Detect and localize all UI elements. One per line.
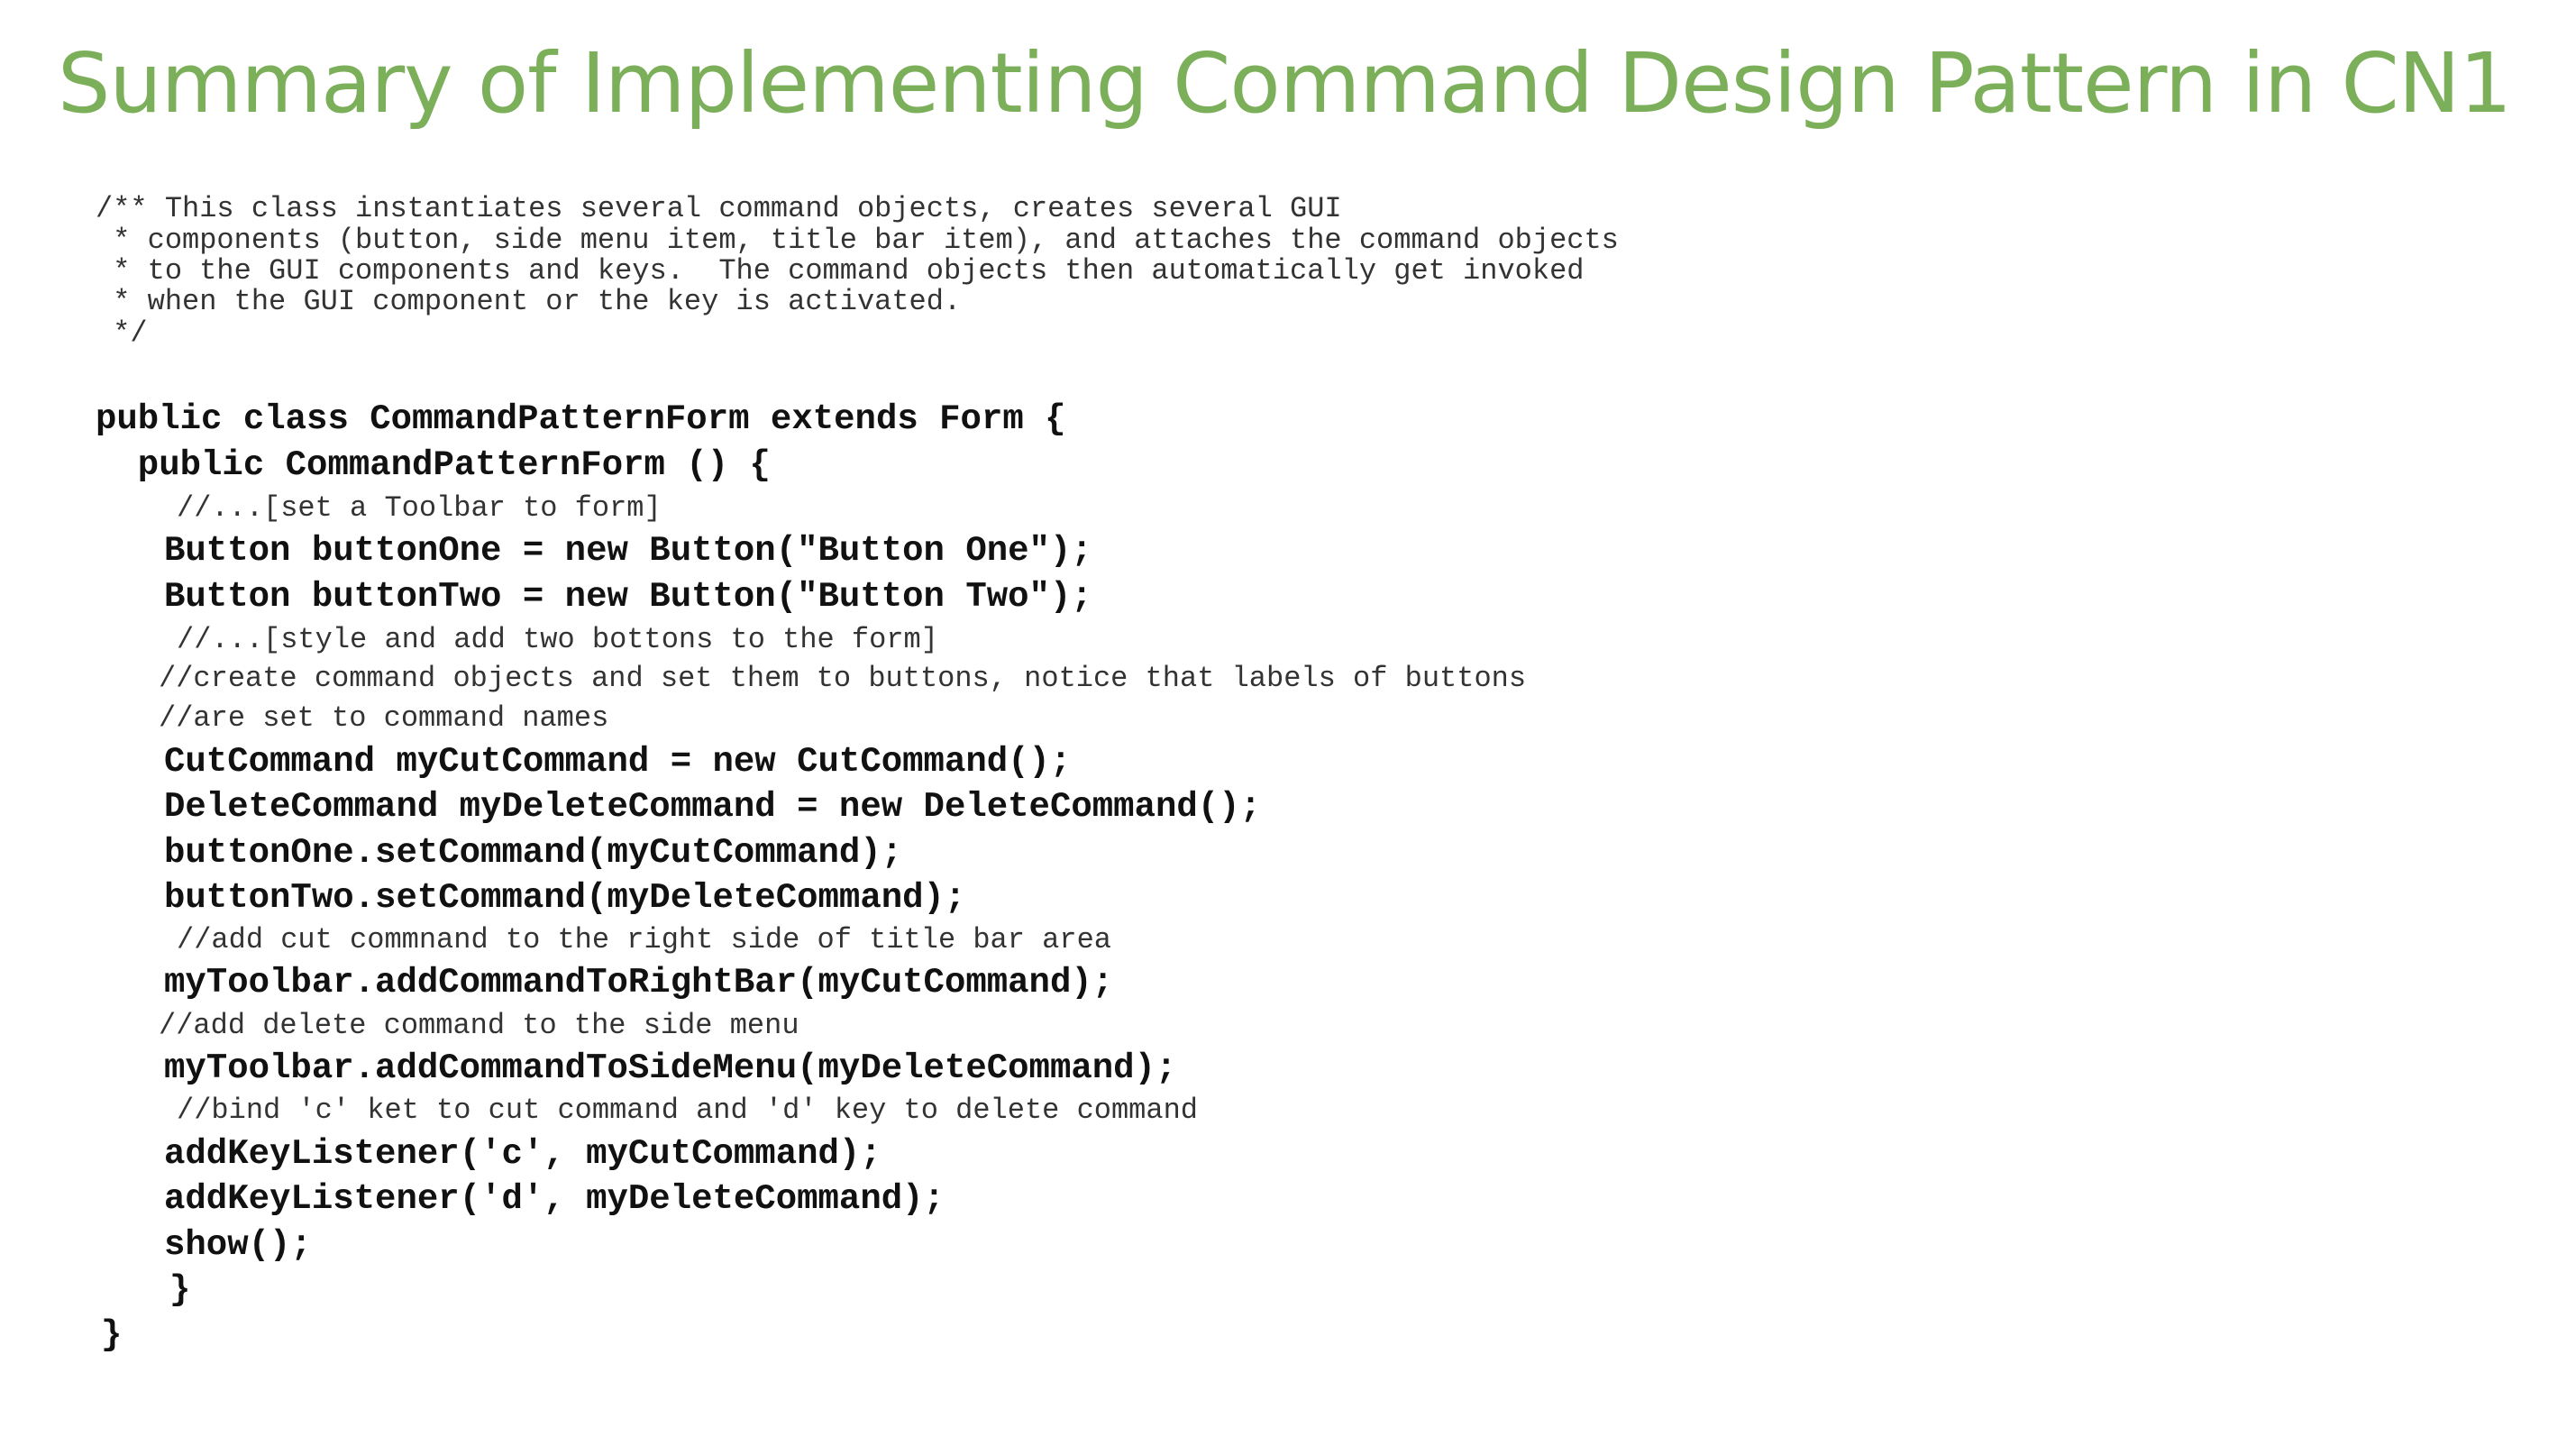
code-statement-line: addKeyListener('d', myDeleteCommand); bbox=[164, 1179, 945, 1219]
doc-comment-line: * to the GUI components and keys. The co… bbox=[96, 254, 1585, 288]
code-comment-line: //...[set a Toolbar to form] bbox=[177, 491, 662, 525]
code-statement-line: addKeyListener('c', myCutCommand); bbox=[164, 1134, 882, 1174]
code-statement-line: buttonOne.setCommand(myCutCommand); bbox=[164, 833, 903, 873]
constructor-declaration-line: public CommandPatternForm () { bbox=[96, 445, 771, 485]
slide: Summary of Implementing Command Design P… bbox=[0, 0, 2576, 1437]
class-closing-brace: } bbox=[101, 1315, 123, 1355]
code-statement-line: myToolbar.addCommandToSideMenu(myDeleteC… bbox=[164, 1048, 1177, 1088]
code-statement-line: show(); bbox=[164, 1225, 312, 1265]
code-comment-line: //add cut commnand to the right side of … bbox=[177, 923, 1111, 956]
code-statement-line: Button buttonOne = new Button("Button On… bbox=[164, 531, 1092, 571]
doc-comment-line: * when the GUI component or the key is a… bbox=[96, 285, 962, 318]
code-statement-line: Button buttonTwo = new Button("Button Tw… bbox=[164, 577, 1092, 617]
doc-comment-line: /** This class instantiates several comm… bbox=[96, 192, 1342, 225]
doc-comment-line: * components (button, side menu item, ti… bbox=[96, 224, 1619, 257]
code-comment-line: //...[style and add two bottons to the f… bbox=[177, 623, 938, 656]
code-comment-line: //create command objects and set them to… bbox=[159, 662, 1527, 695]
doc-comment-line: */ bbox=[96, 316, 148, 350]
code-statement-line: myToolbar.addCommandToRightBar(myCutComm… bbox=[164, 963, 1114, 1002]
code-statement-line: buttonTwo.setCommand(myDeleteCommand); bbox=[164, 878, 966, 918]
code-comment-line: //bind 'c' ket to cut command and 'd' ke… bbox=[177, 1094, 1198, 1127]
code-statement-line: CutCommand myCutCommand = new CutCommand… bbox=[164, 742, 1072, 782]
class-declaration-line: public class CommandPatternForm extends … bbox=[96, 399, 1066, 439]
code-comment-line: //add delete command to the side menu bbox=[159, 1009, 799, 1042]
code-statement-line: DeleteCommand myDeleteCommand = new Dele… bbox=[164, 787, 1261, 827]
code-comment-line: //are set to command names bbox=[159, 701, 609, 735]
constructor-closing-brace: } bbox=[169, 1270, 191, 1310]
slide-title: Summary of Implementing Command Design P… bbox=[58, 35, 2512, 132]
